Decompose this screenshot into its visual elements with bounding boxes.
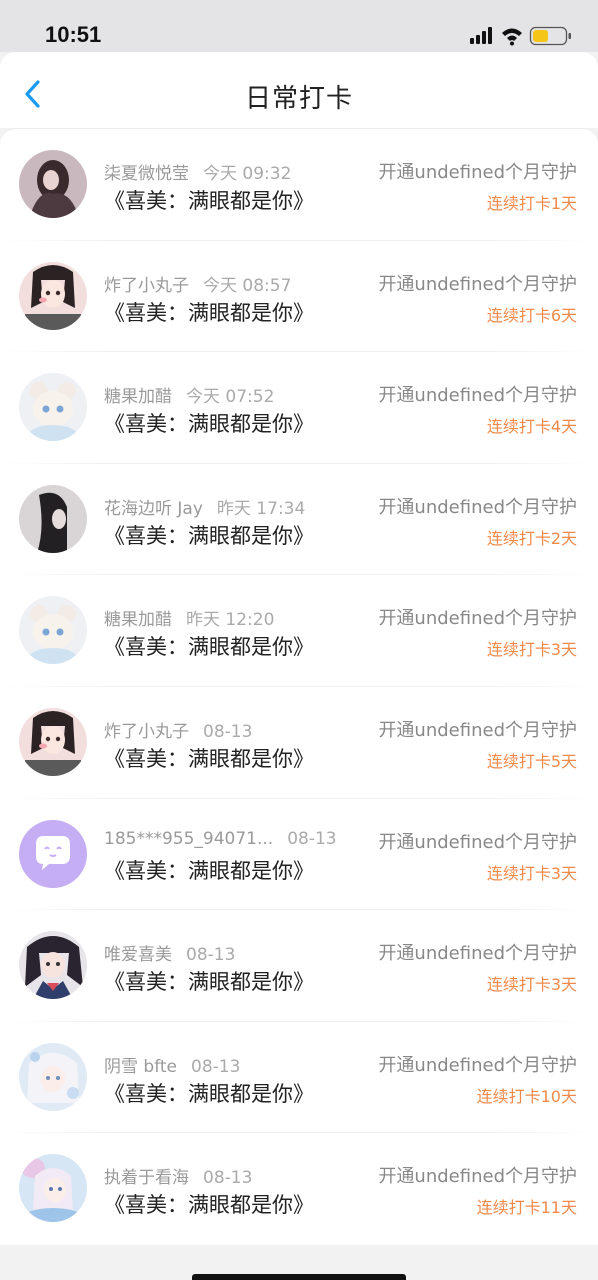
checkin-list: 柒夏微悦莹 今天 09:32 《喜美：满眼都是你》 开通undefined个月守护… <box>0 128 598 1245</box>
checkin-time: 今天 08:57 <box>203 275 292 296</box>
checkin-time: 08-13 <box>186 945 236 966</box>
list-item[interactable]: 糖果加醋 昨天 12:20 《喜美：满眼都是你》 开通undefined个月守护 … <box>0 575 598 687</box>
avatar[interactable] <box>19 1154 87 1223</box>
avatar[interactable] <box>19 150 87 218</box>
streak-text: 连续打卡1天 <box>486 194 577 213</box>
nav-bar: 日常打卡 <box>0 52 598 128</box>
avatar[interactable] <box>19 596 87 665</box>
list-item[interactable]: 柒夏微悦莹 今天 09:32 《喜美：满眼都是你》 开通undefined个月守护… <box>0 129 598 241</box>
checkin-time: 08-13 <box>287 828 337 849</box>
streak-text: 连续打卡3天 <box>486 975 577 995</box>
checkin-time: 今天 07:52 <box>186 387 275 408</box>
song-title: 《喜美：满眼都是你》 <box>104 1193 314 1218</box>
avatar-anime-school-girl-icon <box>19 931 87 1000</box>
avatar-pastel-sea-girl-icon <box>19 1154 87 1223</box>
streak-text: 连续打卡10天 <box>476 1086 577 1106</box>
list-item[interactable]: 阴雪 bfte 08-13 《喜美：满眼都是你》 开通undefined个月守护 … <box>0 1022 598 1134</box>
avatar[interactable] <box>19 708 87 776</box>
guard-text: 开通undefined个月守护 <box>378 496 577 518</box>
guard-text: 开通undefined个月守护 <box>378 1166 577 1188</box>
guard-text: 开通undefined个月守护 <box>378 608 577 630</box>
guard-text: 开通undefined个月守护 <box>378 385 577 407</box>
list-item[interactable]: 执着于看海 08-13 《喜美：满眼都是你》 开通undefined个月守护 连续… <box>0 1133 598 1245</box>
status-bar: 10:51 <box>0 0 598 52</box>
checkin-time: 08-13 <box>203 722 253 742</box>
home-indicator[interactable] <box>192 1274 406 1280</box>
streak-text: 连续打卡3天 <box>486 863 577 883</box>
streak-text: 连续打卡6天 <box>486 305 577 325</box>
streak-text: 连续打卡5天 <box>486 752 577 771</box>
guard-text: 开通undefined个月守护 <box>378 943 577 965</box>
guard-text: 开通undefined个月守护 <box>378 831 577 853</box>
user-name[interactable]: 糖果加醋 <box>104 610 172 630</box>
song-title: 《喜美：满眼都是你》 <box>104 747 314 771</box>
user-name[interactable]: 阴雪 bfte <box>104 1057 177 1077</box>
battery-icon <box>529 26 571 46</box>
signal-icon <box>470 27 492 44</box>
song-title: 《喜美：满眼都是你》 <box>104 635 314 660</box>
guard-text: 开通undefined个月守护 <box>378 162 577 183</box>
checkin-time: 昨天 17:34 <box>216 498 306 519</box>
avatar[interactable] <box>19 1042 87 1111</box>
user-name[interactable]: 柒夏微悦莹 <box>104 164 189 184</box>
avatar-pastel-bear-icon <box>19 596 87 665</box>
avatar[interactable] <box>19 484 87 553</box>
song-title: 《喜美：满眼都是你》 <box>104 523 314 548</box>
avatar-pastel-bear-icon <box>19 373 87 442</box>
guard-text: 开通undefined个月守护 <box>378 273 577 295</box>
checkin-time: 08-13 <box>191 1056 241 1077</box>
song-title: 《喜美：满眼都是你》 <box>104 189 314 213</box>
avatar-dark-profile-icon <box>19 484 87 553</box>
avatar[interactable] <box>19 819 87 888</box>
user-name[interactable]: 花海边听 Jay <box>104 499 203 519</box>
list-item[interactable]: 唯爱喜美 08-13 《喜美：满眼都是你》 开通undefined个月守护 连续打… <box>0 910 598 1022</box>
avatar[interactable] <box>19 261 87 330</box>
user-name[interactable]: 185***955_94071... <box>104 829 273 849</box>
streak-text: 连续打卡4天 <box>486 417 577 437</box>
status-time: 10:51 <box>45 22 102 47</box>
user-name[interactable]: 糖果加醋 <box>104 387 172 407</box>
avatar-dark-girl-icon <box>19 150 87 218</box>
streak-text: 连续打卡11天 <box>476 1198 577 1218</box>
status-icons <box>470 24 572 48</box>
list-item[interactable]: 185***955_94071... 08-13 《喜美：满眼都是你》 开通und… <box>0 799 598 911</box>
streak-text: 连续打卡2天 <box>486 528 577 548</box>
list-item[interactable]: 花海边听 Jay 昨天 17:34 《喜美：满眼都是你》 开通undefined个… <box>0 464 598 576</box>
user-name[interactable]: 唯爱喜美 <box>104 945 172 965</box>
bottom-area <box>0 1245 598 1280</box>
avatar-anime-girl-pink-icon <box>19 708 87 776</box>
list-item[interactable]: 糖果加醋 今天 07:52 《喜美：满眼都是你》 开通undefined个月守护 … <box>0 352 598 464</box>
avatar[interactable] <box>19 373 87 442</box>
wifi-icon <box>502 28 522 46</box>
song-title: 《喜美：满眼都是你》 <box>104 412 314 437</box>
user-name[interactable]: 炸了小丸子 <box>104 722 189 742</box>
song-title: 《喜美：满眼都是你》 <box>104 858 314 883</box>
avatar-anime-girl-pink-icon <box>19 261 87 330</box>
guard-text: 开通undefined个月守护 <box>378 720 577 741</box>
user-name[interactable]: 执着于看海 <box>104 1168 189 1188</box>
user-name[interactable]: 炸了小丸子 <box>104 276 189 296</box>
song-title: 《喜美：满眼都是你》 <box>104 1081 314 1106</box>
page-title: 日常打卡 <box>244 84 353 114</box>
song-title: 《喜美：满眼都是你》 <box>104 300 314 325</box>
chat-bubble-icon <box>19 819 87 888</box>
checkin-time: 08-13 <box>203 1168 253 1189</box>
list-item[interactable]: 炸了小丸子 今天 08:57 《喜美：满眼都是你》 开通undefined个月守护… <box>0 241 598 353</box>
avatar[interactable] <box>19 931 87 1000</box>
checkin-time: 昨天 12:20 <box>186 610 275 631</box>
list-item[interactable]: 炸了小丸子 08-13 《喜美：满眼都是你》 开通undefined个月守护 连续… <box>0 687 598 799</box>
guard-text: 开通undefined个月守护 <box>378 1054 577 1076</box>
streak-text: 连续打卡3天 <box>486 640 577 660</box>
checkin-time: 今天 09:32 <box>203 164 292 184</box>
avatar-light-blue-girl-icon <box>19 1042 87 1111</box>
song-title: 《喜美：满眼都是你》 <box>104 970 314 995</box>
